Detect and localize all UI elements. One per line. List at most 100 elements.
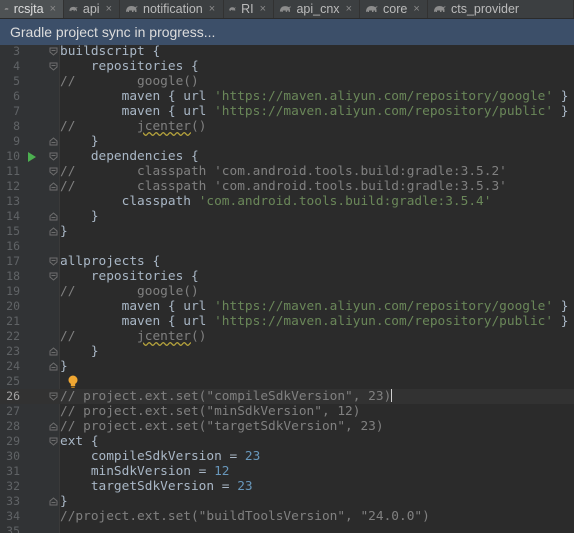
code-line: 23 } bbox=[0, 344, 574, 359]
code-text: minSdkVersion = 12 bbox=[60, 464, 230, 479]
code-editor[interactable]: 3 buildscript {4 repositories {5// google… bbox=[0, 45, 574, 533]
fold-open-icon[interactable] bbox=[49, 272, 58, 281]
code-token-plain: } bbox=[553, 314, 569, 329]
code-line: 24} bbox=[0, 359, 574, 374]
tab-ri[interactable]: RI × bbox=[224, 0, 274, 18]
code-text: } bbox=[60, 344, 99, 359]
line-number: 28 bbox=[6, 419, 20, 433]
code-token-plain: compileSdkVersion = bbox=[60, 449, 245, 464]
code-token-plain: } bbox=[553, 299, 569, 314]
fold-close-icon[interactable] bbox=[49, 362, 58, 371]
code-token-plain: } bbox=[60, 359, 68, 374]
fold-open-icon[interactable] bbox=[49, 257, 58, 266]
line-number: 22 bbox=[6, 329, 20, 343]
line-number: 15 bbox=[6, 224, 20, 238]
code-line: 18 repositories { bbox=[0, 269, 574, 284]
code-token-plain: classpath bbox=[60, 194, 199, 209]
gradle-elephant-icon bbox=[279, 6, 292, 12]
code-line: 16 bbox=[0, 239, 574, 254]
code-text: buildscript { bbox=[60, 45, 160, 59]
code-line: 32 targetSdkVersion = 23 bbox=[0, 479, 574, 494]
code-token-string: 'https://maven.aliyun.com/repository/goo… bbox=[214, 299, 554, 314]
line-number: 31 bbox=[6, 464, 20, 478]
fold-open-icon[interactable] bbox=[49, 62, 58, 71]
editor-tab-bar: rcsjta × api × notification × RI × api_cnx × core ×… bbox=[0, 0, 574, 19]
tab-close-icon[interactable]: × bbox=[260, 3, 266, 15]
code-text: allprojects { bbox=[60, 254, 160, 269]
code-line: 13 classpath 'com.android.tools.build:gr… bbox=[0, 194, 574, 209]
code-token-comment: // classpath 'com.android.tools.build:gr… bbox=[60, 179, 507, 194]
code-text: // google() bbox=[60, 284, 199, 299]
tab-api-cnx[interactable]: api_cnx × bbox=[274, 0, 360, 18]
code-token-comment: () bbox=[190, 119, 207, 134]
line-number: 16 bbox=[6, 239, 20, 253]
fold-close-icon[interactable] bbox=[49, 137, 58, 146]
tab-api[interactable]: api × bbox=[64, 0, 120, 18]
code-text: classpath 'com.android.tools.build:gradl… bbox=[60, 194, 492, 209]
tab-label: core bbox=[383, 2, 408, 16]
line-number: 7 bbox=[13, 104, 20, 118]
code-line: 19 // google() bbox=[0, 284, 574, 299]
code-text: // classpath 'com.android.tools.build:gr… bbox=[60, 179, 507, 194]
line-number: 18 bbox=[6, 269, 20, 283]
code-text: // jcenter() bbox=[60, 329, 206, 344]
tab-close-icon[interactable]: × bbox=[50, 3, 56, 15]
code-token-plain: minSdkVersion = bbox=[60, 464, 215, 479]
tab-close-icon[interactable]: × bbox=[106, 3, 112, 15]
tab-cts-provider[interactable]: cts_provider bbox=[428, 0, 574, 18]
fold-open-icon[interactable] bbox=[49, 167, 58, 176]
code-line: 5 // google() bbox=[0, 74, 574, 89]
tab-core[interactable]: core × bbox=[360, 0, 428, 18]
code-token-string: 'https://maven.aliyun.com/repository/pub… bbox=[214, 104, 554, 119]
code-token-string: 'https://maven.aliyun.com/repository/goo… bbox=[214, 89, 554, 104]
fold-open-icon[interactable] bbox=[49, 152, 58, 161]
fold-open-icon[interactable] bbox=[49, 437, 58, 446]
line-number: 12 bbox=[6, 179, 20, 193]
code-token-number: 23 bbox=[237, 479, 253, 494]
code-text: maven { url 'https://maven.aliyun.com/re… bbox=[60, 299, 569, 314]
tab-close-icon[interactable]: × bbox=[209, 3, 215, 15]
code-line: 15} bbox=[0, 224, 574, 239]
line-number: 9 bbox=[13, 134, 20, 148]
line-number: 25 bbox=[6, 374, 20, 388]
code-token-plain: } bbox=[60, 494, 68, 509]
code-text: maven { url 'https://maven.aliyun.com/re… bbox=[60, 104, 569, 119]
code-token-plain: } bbox=[60, 344, 99, 359]
tab-rcsjta[interactable]: rcsjta × bbox=[0, 0, 64, 18]
code-token-plain: repositories { bbox=[60, 269, 199, 284]
fold-close-icon[interactable] bbox=[49, 182, 58, 191]
code-line: 30 compileSdkVersion = 23 bbox=[0, 449, 574, 464]
code-token-plain: targetSdkVersion = bbox=[60, 479, 238, 494]
code-token-plain: maven { url bbox=[60, 89, 215, 104]
fold-close-icon[interactable] bbox=[49, 422, 58, 431]
code-text: // classpath 'com.android.tools.build:gr… bbox=[60, 164, 507, 179]
line-number: 11 bbox=[6, 164, 20, 178]
code-token-plain: allprojects { bbox=[60, 254, 161, 269]
tab-close-icon[interactable]: × bbox=[346, 3, 352, 15]
ide-window: rcsjta × api × notification × RI × api_cnx × core ×… bbox=[0, 0, 574, 533]
code-token-comment: // google() bbox=[60, 284, 199, 299]
code-line: 33} bbox=[0, 494, 574, 509]
fold-close-icon[interactable] bbox=[49, 212, 58, 221]
tab-notification[interactable]: notification × bbox=[120, 0, 224, 18]
code-token-plain: maven { url bbox=[60, 299, 215, 314]
code-line: 27 // project.ext.set("minSdkVersion", 12… bbox=[0, 404, 574, 419]
line-number: 13 bbox=[6, 194, 20, 208]
gradle-elephant-icon bbox=[229, 7, 236, 11]
code-token-link: jcenter bbox=[137, 119, 191, 134]
fold-open-icon[interactable] bbox=[49, 47, 58, 56]
code-text: targetSdkVersion = 23 bbox=[60, 479, 253, 494]
code-line: 3 buildscript { bbox=[0, 45, 574, 59]
code-text: maven { url 'https://maven.aliyun.com/re… bbox=[60, 89, 569, 104]
intention-bulb-icon[interactable] bbox=[67, 375, 79, 389]
fold-close-icon[interactable] bbox=[49, 497, 58, 506]
code-token-number: 12 bbox=[214, 464, 230, 479]
run-gutter-icon[interactable] bbox=[28, 152, 36, 162]
fold-close-icon[interactable] bbox=[49, 347, 58, 356]
code-text: ext { bbox=[60, 434, 99, 449]
tab-close-icon[interactable]: × bbox=[413, 3, 419, 15]
fold-close-icon[interactable] bbox=[49, 227, 58, 236]
fold-open-icon[interactable] bbox=[49, 392, 58, 401]
code-token-plain: maven { url bbox=[60, 104, 215, 119]
line-number: 20 bbox=[6, 299, 20, 313]
